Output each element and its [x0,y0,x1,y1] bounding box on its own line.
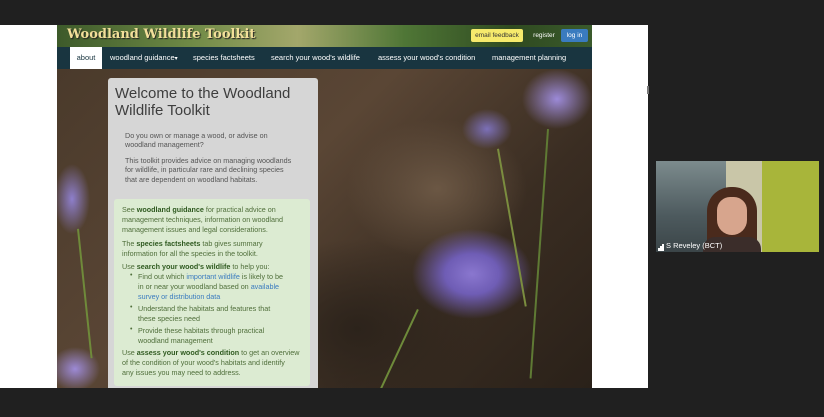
guide-line: woodland management [138,336,213,345]
species-factsheets-link[interactable]: species factsheets [136,239,200,248]
login-button[interactable]: log in [561,29,588,42]
guide-line: Use assess your wood's condition to get … [122,348,299,357]
signal-bars-icon [658,242,664,251]
guide-line: management issues and legal consideratio… [122,225,268,234]
text: Use [122,262,137,271]
text-line: woodland management? [125,140,204,150]
bullet-icon: • [130,272,133,279]
important-wildlife-link[interactable]: important wildlife [186,272,240,281]
text: The [122,239,137,248]
heading-line: Wildlife Toolkit [115,102,210,119]
site-banner: Woodland Wildlife Toolkit email feedback… [57,25,592,47]
text: for practical advice on [203,205,276,214]
nav-search-wildlife[interactable]: search your wood's wildlife [271,47,360,69]
email-feedback-button[interactable]: email feedback [471,29,523,42]
flower-stem [529,129,549,379]
guide-line: Find out which important wildlife is lik… [138,272,283,281]
nav-assess-condition[interactable]: assess your wood's condition [378,47,475,69]
guide-line: Use search your wood's wildlife to help … [122,262,270,271]
guide-line: of the condition of your wood's habitats… [122,358,285,367]
flower-stem [378,309,419,388]
guide-box: See woodland guidance for practical advi… [114,199,310,386]
heading-line: Welcome to the Woodland [115,85,291,102]
guide-line: any issues you may need to address. [122,368,241,377]
guide-line: information for all the species in the t… [122,249,258,258]
participant-label: S Reveley (BCT) [658,241,722,251]
site-title[interactable]: Woodland Wildlife Toolkit [67,27,255,42]
survey-data-link[interactable]: available [251,282,279,291]
survey-data-link[interactable]: survey or distribution data [138,292,220,301]
guide-line: management techniques, information on wo… [122,215,284,224]
flower-stem [497,148,527,307]
text: to get an overview [239,348,300,357]
welcome-heading: Welcome to the Woodland Wildlife Toolkit [115,85,315,119]
nav-about[interactable]: about [70,47,102,69]
text: tab gives summary [200,239,263,248]
nav-label: woodland guidance [110,53,175,62]
text-line: Do you own or manage a wood, or advise o… [125,131,268,140]
guide-line: these species need [138,314,200,323]
guide-line: The species factsheets tab gives summary [122,239,263,248]
text: in or near your woodland based on [138,282,251,291]
text: Use [122,348,137,357]
text-line: This toolkit provides advice on managing… [125,156,292,165]
nav-species-factsheets[interactable]: species factsheets [193,47,255,69]
bullet-icon: • [130,326,133,333]
guide-line: Understand the habitats and features tha… [138,304,271,313]
nav-woodland-guidance[interactable]: woodland guidance▾ [110,47,178,69]
flower-stem [77,228,93,359]
woodland-guidance-link[interactable]: woodland guidance [137,205,204,214]
dropdown-caret-icon: ▾ [174,56,178,62]
participant-video-tile[interactable]: S Reveley (BCT) [656,161,819,252]
text: is likely to be [239,272,284,281]
intro-paragraph-2: This toolkit provides advice on managing… [125,156,305,184]
text: to help you: [230,262,270,271]
participant-name: S Reveley (BCT) [666,241,723,250]
hero-bellflower-photo: Welcome to the Woodland Wildlife Toolkit… [57,69,592,388]
welcome-panel: Welcome to the Woodland Wildlife Toolkit… [108,78,318,388]
nav-management-planning[interactable]: management planning [492,47,566,69]
shared-screen: Woodland Wildlife Toolkit email feedback… [0,25,648,388]
video-background [762,161,819,252]
participant-face [717,197,747,235]
guide-line: See woodland guidance for practical advi… [122,205,276,214]
website: Woodland Wildlife Toolkit email feedback… [57,25,592,388]
assess-condition-link[interactable]: assess your wood's condition [137,348,239,357]
intro-paragraph-1: Do you own or manage a wood, or advise o… [125,131,305,150]
cursor-marker [647,86,649,94]
text-line: for wildlife, in particular rare and dec… [125,165,284,175]
guide-line: in or near your woodland based on availa… [138,282,279,291]
text-line: that are dependent on woodland habitats. [125,174,258,184]
guide-line: Provide these habitats through practical [138,326,265,335]
register-link[interactable]: register [531,29,557,42]
bullet-icon: • [130,304,133,311]
text: See [122,205,137,214]
text: Find out which [138,272,187,281]
main-nav: about woodland guidance▾ species factshe… [57,47,592,69]
search-wildlife-link[interactable]: search your wood's wildlife [137,262,231,271]
